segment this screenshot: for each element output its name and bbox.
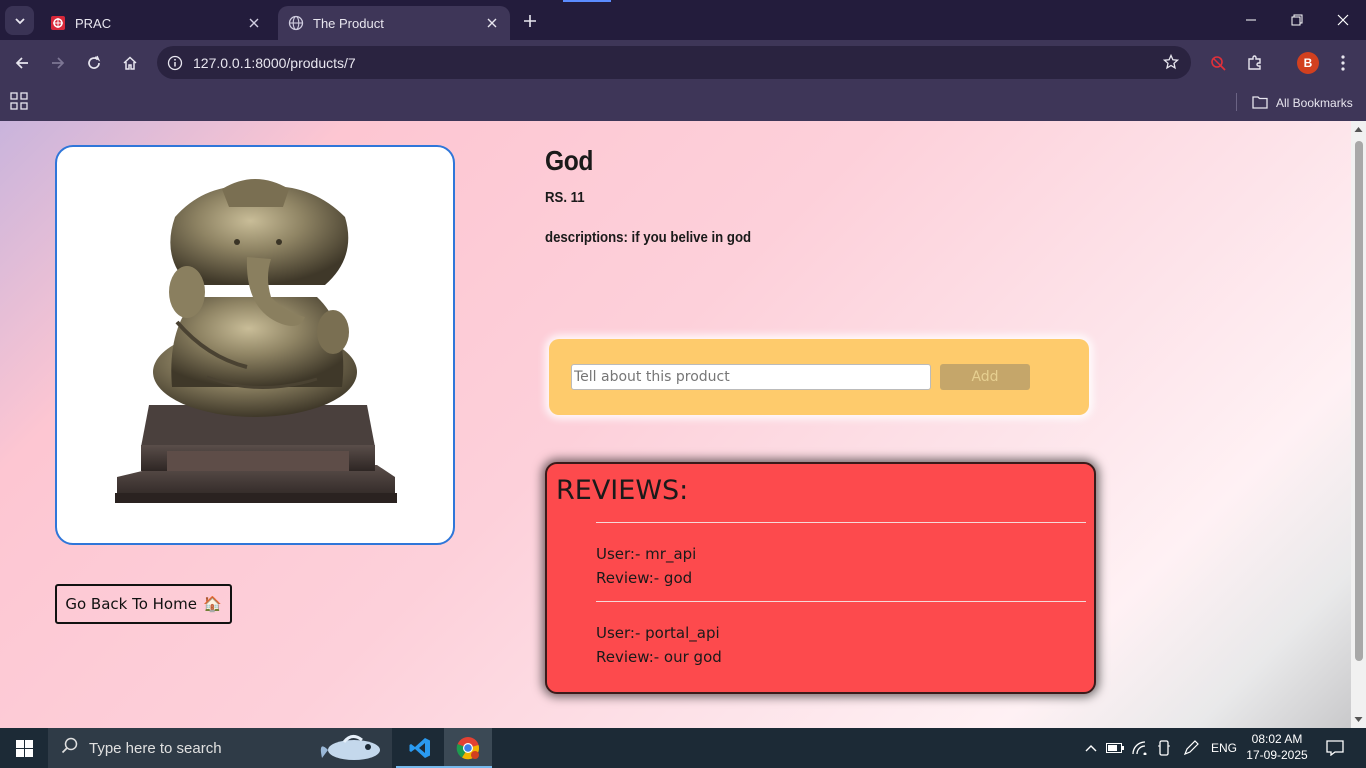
search-icon — [61, 737, 79, 759]
address-bar[interactable]: 127.0.0.1:8000/products/7 — [157, 46, 1191, 79]
forward-nav-button[interactable] — [43, 48, 73, 78]
site-info-icon[interactable] — [159, 46, 191, 79]
go-back-home-button[interactable]: Go Back To Home 🏠 — [55, 584, 232, 624]
vscode-icon — [409, 738, 430, 758]
reload-button[interactable] — [79, 48, 109, 78]
taskbar-search-placeholder: Type here to search — [89, 739, 222, 757]
minimize-button[interactable] — [1228, 0, 1274, 40]
go-back-home-label: Go Back To Home — [65, 595, 197, 613]
review-form: Add — [549, 339, 1089, 415]
review-text: Review:- our god — [596, 648, 722, 666]
close-tab-icon[interactable] — [484, 15, 500, 31]
all-bookmarks-label: All Bookmarks — [1276, 96, 1353, 110]
chevron-down-icon — [14, 17, 25, 24]
kebab-menu-icon — [1341, 55, 1345, 71]
profile-avatar[interactable]: B — [1297, 52, 1319, 74]
arrow-left-icon — [15, 57, 28, 69]
chrome-taskbar-button[interactable] — [444, 728, 492, 768]
ganesha-idol-image — [115, 179, 397, 503]
url-text: 127.0.0.1:8000/products/7 — [193, 54, 356, 71]
close-tab-icon[interactable] — [246, 15, 262, 31]
review-list: User:- mr_api Review:- god User:- portal… — [596, 522, 1086, 680]
home-button[interactable] — [115, 48, 145, 78]
close-icon — [1337, 14, 1349, 26]
back-nav-button[interactable] — [7, 48, 37, 78]
tab-indicator — [563, 0, 611, 2]
review-input[interactable] — [571, 364, 931, 390]
review-item: User:- portal_api Review:- our god — [596, 601, 1086, 680]
arrow-right-icon — [52, 57, 65, 69]
tab-strip: PRAC The Product — [0, 0, 1366, 40]
tab-title: PRAC — [75, 15, 112, 31]
review-user: User:- portal_api — [596, 624, 720, 642]
tab-the-product[interactable]: The Product — [278, 6, 510, 40]
bookmarks-separator — [1236, 93, 1237, 111]
add-review-button[interactable]: Add — [940, 364, 1030, 390]
page-viewport: Go Back To Home 🏠 God RS. 11 description… — [0, 121, 1351, 728]
taskbar-search-box[interactable]: Type here to search — [48, 728, 392, 768]
chrome-icon — [456, 737, 480, 760]
scroll-down-icon[interactable] — [1354, 715, 1363, 724]
bookmark-star-icon[interactable] — [1162, 53, 1180, 75]
taskbar: Type here to search ENG 08:02 AM 17-09-2… — [0, 728, 1366, 768]
device-icon[interactable] — [1153, 728, 1175, 768]
notification-icon — [1326, 740, 1344, 756]
extension-blocked-button[interactable] — [1203, 48, 1233, 78]
review-item: User:- mr_api Review:- god — [596, 522, 1086, 601]
page-scrollbar[interactable] — [1351, 121, 1366, 728]
reviews-heading: REVIEWS: — [556, 475, 689, 506]
restore-icon — [1291, 14, 1303, 26]
apps-grid-icon[interactable] — [10, 92, 30, 112]
new-tab-button[interactable] — [518, 9, 542, 33]
restore-button[interactable] — [1274, 0, 1320, 40]
all-bookmarks-button[interactable]: All Bookmarks — [1252, 91, 1353, 115]
windows-logo-icon — [15, 739, 33, 757]
start-button[interactable] — [0, 728, 48, 768]
puzzle-icon — [1248, 55, 1261, 70]
tab-title: The Product — [313, 15, 384, 31]
bookmarks-bar: All Bookmarks — [0, 85, 1366, 121]
prac-favicon-icon — [50, 15, 66, 31]
language-indicator[interactable]: ENG — [1208, 728, 1240, 768]
scrollbar-thumb[interactable] — [1355, 141, 1363, 661]
folder-icon — [1252, 95, 1268, 112]
reload-icon — [88, 55, 101, 69]
globe-icon — [288, 15, 304, 31]
blocked-extension-icon — [1211, 56, 1226, 71]
close-window-button[interactable] — [1320, 0, 1366, 40]
house-emoji-icon: 🏠 — [202, 595, 222, 613]
clock-date: 17-09-2025 — [1246, 748, 1308, 762]
review-user: User:- mr_api — [596, 545, 697, 563]
review-text: Review:- god — [596, 569, 693, 587]
notifications-button[interactable] — [1320, 728, 1350, 768]
scroll-up-icon[interactable] — [1354, 125, 1363, 134]
minimize-icon — [1246, 19, 1256, 21]
plus-icon — [524, 15, 536, 27]
extensions-button[interactable] — [1240, 48, 1270, 78]
product-description: descriptions: if you belive in god — [545, 229, 752, 246]
pen-icon[interactable] — [1180, 728, 1202, 768]
clock-time: 08:02 AM — [1251, 732, 1303, 746]
product-price: RS. 11 — [545, 189, 585, 206]
tab-search-button[interactable] — [5, 6, 34, 35]
battery-icon[interactable] — [1104, 728, 1126, 768]
tab-prac[interactable]: PRAC — [40, 6, 272, 40]
menu-button[interactable] — [1328, 48, 1358, 78]
browser-toolbar: 127.0.0.1:8000/products/7 — [0, 40, 1366, 85]
chevron-up-icon — [1085, 745, 1097, 752]
clock[interactable]: 08:02 AM 17-09-2025 — [1244, 731, 1310, 763]
wifi-icon[interactable] — [1129, 728, 1151, 768]
show-hidden-icons-button[interactable] — [1082, 728, 1100, 768]
product-image — [55, 145, 455, 545]
home-icon — [123, 56, 137, 70]
reviews-panel: REVIEWS: User:- mr_api Review:- god User… — [545, 462, 1096, 694]
product-name: God — [545, 145, 593, 176]
cortana-illustration-icon — [314, 730, 388, 768]
vscode-taskbar-button[interactable] — [396, 728, 444, 768]
